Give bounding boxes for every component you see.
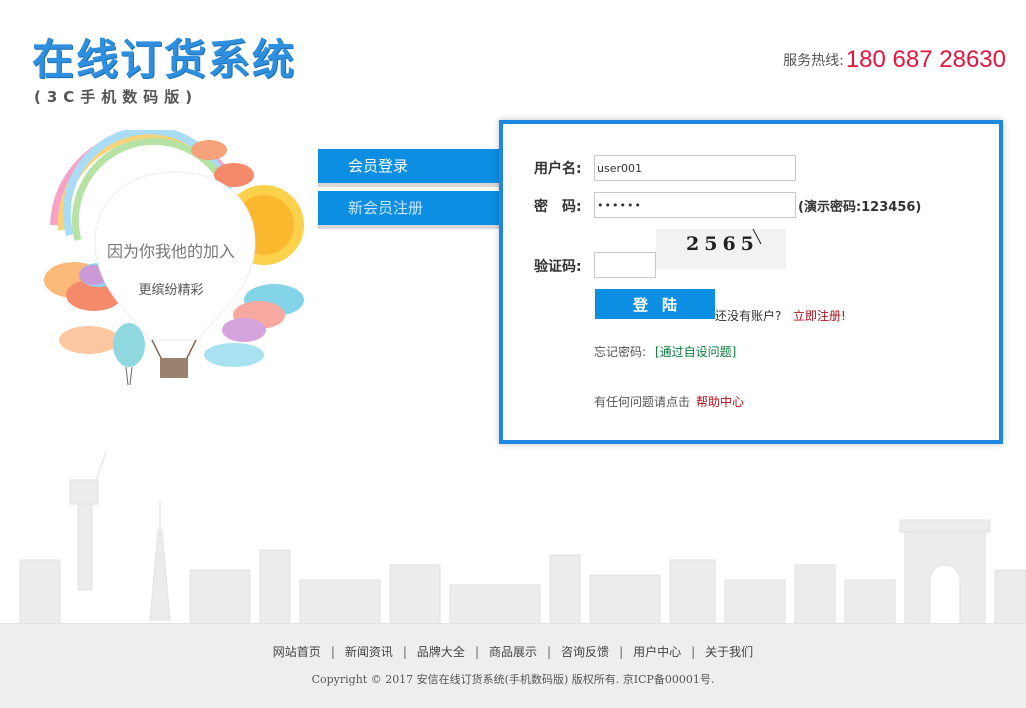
- slogan-line1: 因为你我他的加入: [106, 242, 235, 261]
- hotline: 服务热线:180 687 28630: [783, 46, 1006, 74]
- demo-password-hint: (演示密码:123456): [798, 200, 922, 215]
- footer-link-feedback[interactable]: 咨询反馈: [561, 645, 609, 659]
- footer-link-brands[interactable]: 品牌大全: [417, 645, 465, 659]
- copyright: Copyright © 2017 安信在线订货系统(手机数码版) 版权所有. 京…: [311, 673, 715, 686]
- footer-link-user-center[interactable]: 用户中心: [633, 645, 681, 659]
- footer-link-news[interactable]: 新闻资讯: [345, 645, 393, 659]
- footer-separator: |: [330, 645, 335, 659]
- tab-divider: [318, 225, 500, 229]
- login-button[interactable]: 登陆: [595, 289, 715, 319]
- recover-by-question-link[interactable]: [通过自设问题]: [655, 343, 736, 360]
- city-skyline-background: [19, 451, 1026, 624]
- captcha-label: 验证码:: [534, 259, 582, 275]
- logo-subtitle: (3C手机数码版): [34, 88, 199, 106]
- help-text: 有任何问题请点击: [594, 395, 691, 409]
- tab-divider: [318, 183, 500, 187]
- footer-separator: |: [474, 645, 479, 659]
- footer-nav: 网站首页 | 新闻资讯 | 品牌大全 | 商品展示 | 咨询反馈 | 用户中心 | 关于我们: [0, 643, 1026, 660]
- footer-link-home[interactable]: 网站首页: [273, 645, 321, 659]
- password-label: 密 码:: [534, 199, 582, 215]
- footer: 网站首页 | 新闻资讯 | 品牌大全 | 商品展示 | 咨询反馈 | 用户中心 | 关于我们 Copyr…: [0, 623, 1026, 708]
- captcha-input[interactable]: [594, 252, 656, 278]
- footer-separator: |: [402, 645, 407, 659]
- footer-separator: |: [619, 645, 624, 659]
- help-center-link[interactable]: 帮助中心: [696, 393, 744, 410]
- footer-separator: |: [691, 645, 696, 659]
- slogan-line2: 更缤纷精彩: [138, 283, 204, 298]
- captcha-noise-line: [752, 228, 762, 245]
- tab-new-member-register[interactable]: 新会员注册: [318, 191, 500, 225]
- footer-link-about[interactable]: 关于我们: [705, 645, 753, 659]
- footer-separator: |: [547, 645, 552, 659]
- logo-title: 在线订货系统: [32, 35, 297, 84]
- no-account-text: 还没有账户?: [715, 309, 782, 323]
- password-input[interactable]: [594, 192, 796, 218]
- register-now-link[interactable]: 立即注册!: [793, 307, 846, 324]
- username-label: 用户名:: [534, 161, 582, 177]
- balloon-illustration: [44, 130, 304, 386]
- username-input[interactable]: [594, 155, 796, 181]
- hotline-label: 服务热线:: [783, 53, 844, 69]
- hotline-number: 180 687 28630: [845, 46, 1006, 73]
- footer-link-products[interactable]: 商品展示: [489, 645, 537, 659]
- tab-member-login[interactable]: 会员登录: [318, 149, 500, 183]
- forgot-password-label: 忘记密码:: [594, 345, 647, 359]
- captcha-text: 2565: [686, 233, 759, 255]
